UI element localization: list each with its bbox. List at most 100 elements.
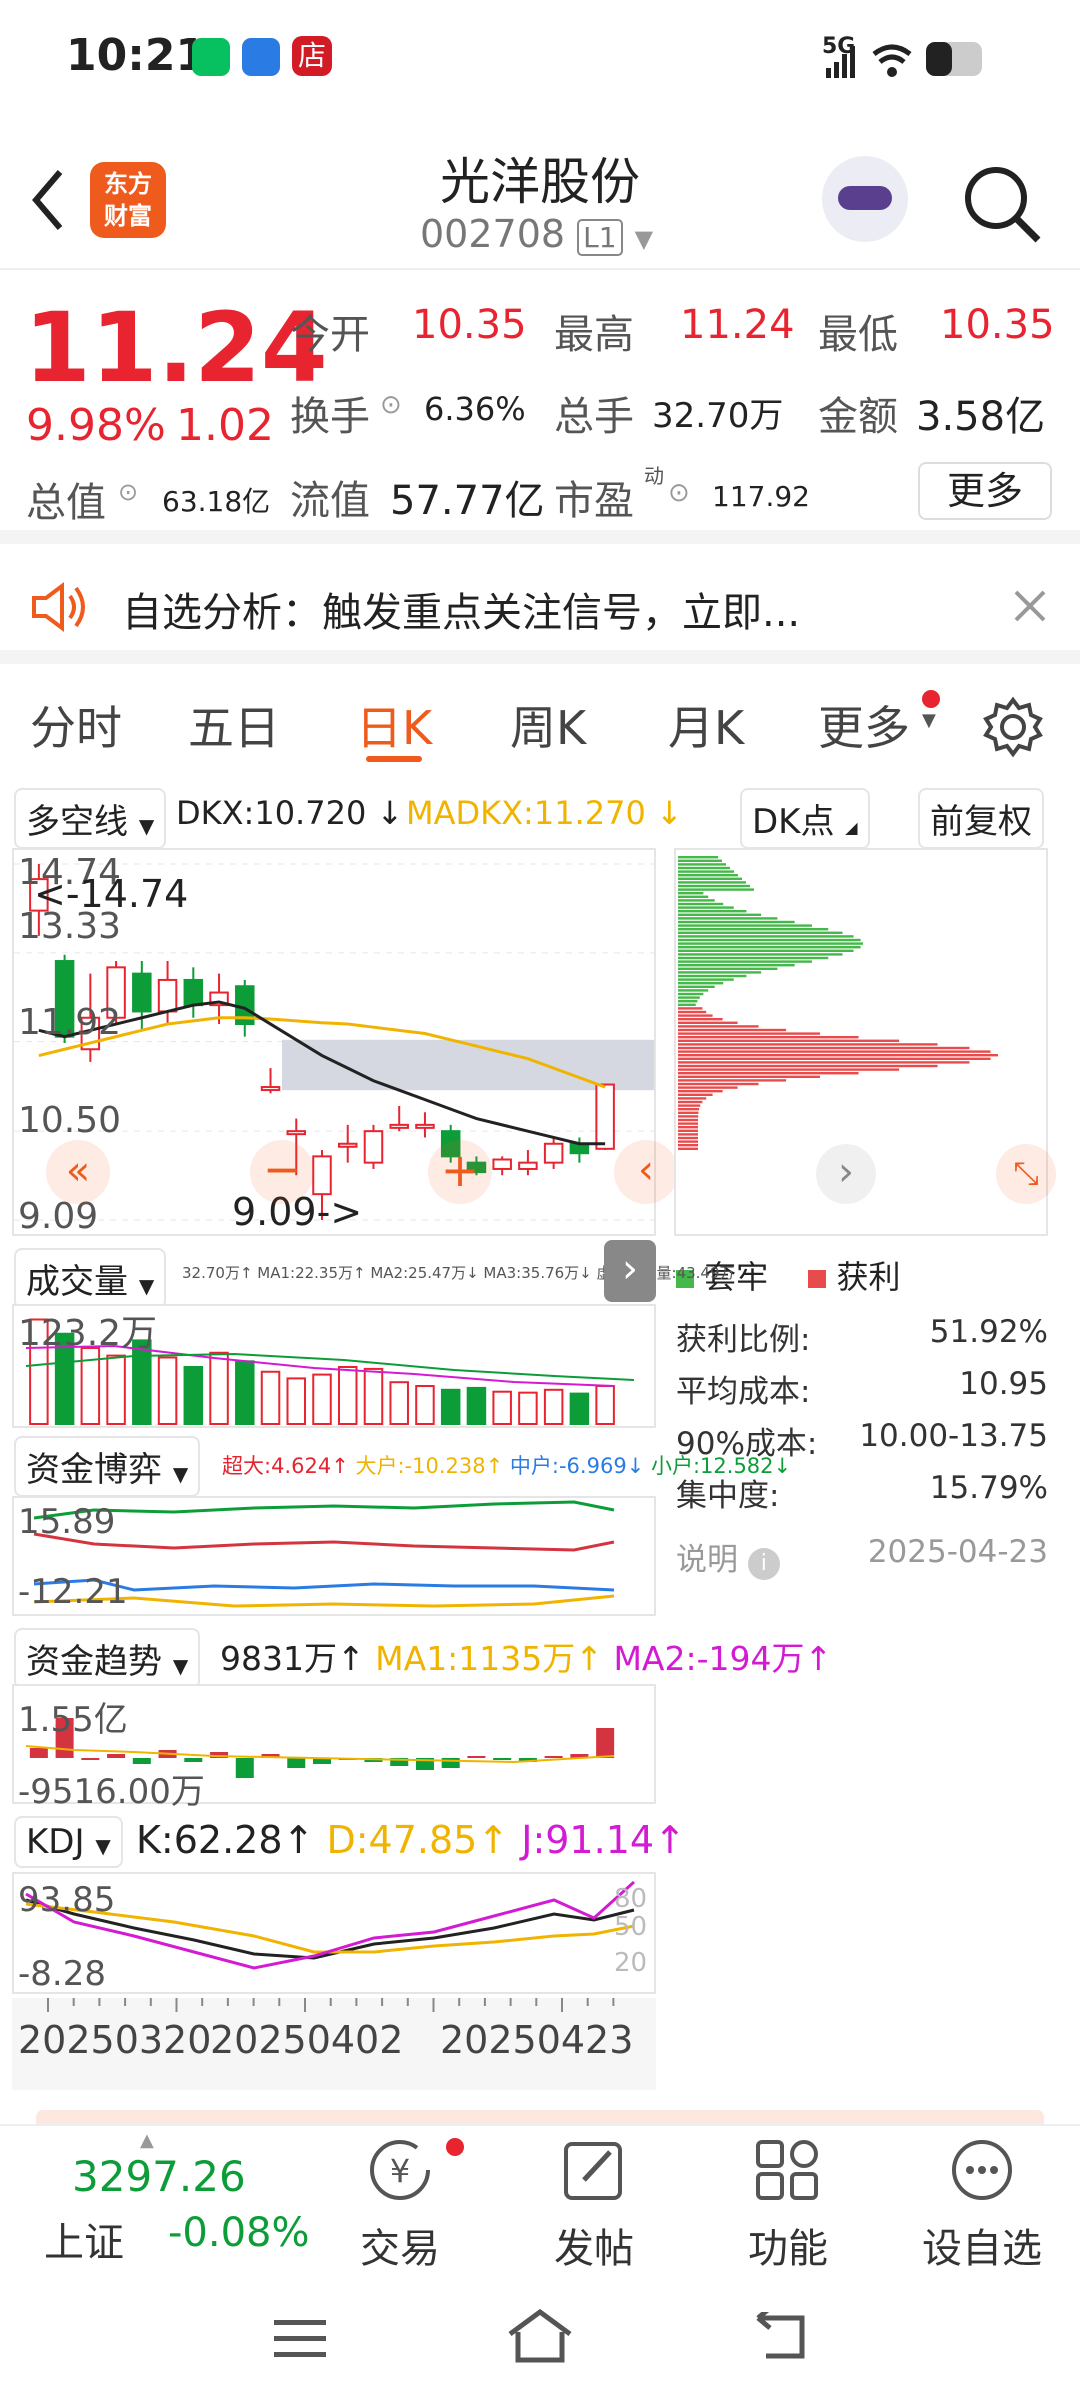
expand-icon[interactable]: ⤡ [996,1144,1056,1204]
money-game-chart[interactable]: 15.89 -12.21 [12,1496,656,1616]
open-value: 10.35 [412,302,527,348]
y-tick-3: 11.92 [18,1002,122,1043]
close-icon[interactable] [1012,588,1048,624]
kdj-select[interactable]: KDJ ▼ [14,1816,123,1868]
trapped-chip-bar [678,884,750,888]
trapped-chip-bar [678,974,747,978]
highlight-zone [282,1039,654,1091]
volume-bar [209,1351,229,1425]
money-trend-chart[interactable]: 1.55亿 -9516.00万 [12,1684,656,1812]
money-trend-bar [544,1756,563,1758]
info-icon[interactable]: ⊙ [380,390,402,420]
volume-bar [260,1370,281,1425]
chevron-right-icon[interactable]: › [604,1240,656,1302]
turnover-value: 6.36% [424,390,526,428]
kdj-ref-20: 20 [614,1948,648,1978]
stat-avg-cost: 平均成本: 10.95 [676,1366,1048,1410]
kdj-k-line [25,1898,635,1960]
speaker-icon [32,582,85,632]
zoom-in-icon[interactable]: + [428,1140,492,1204]
stat-note[interactable]: 说明 i 2025-04-23 [676,1534,1048,1580]
index-name: 上证 [44,2220,124,2266]
pe-sup: 动 [644,464,664,488]
info-icon[interactable]: ⊙ [668,478,690,508]
madkx-value: MADKX:11.270 ↓ [406,794,683,832]
info-icon[interactable]: ⊙ [118,478,138,506]
profit-chip-bar [678,1104,701,1107]
post-button[interactable]: 发帖 [524,2136,664,2274]
money-trend-bar [235,1758,254,1778]
trapped-chip-bar [678,902,724,906]
prev-icon[interactable]: ‹ [614,1140,678,1204]
trapped-chip-bar [678,920,795,924]
more-button[interactable]: 更多 [918,462,1052,520]
money-game-select[interactable]: 资金博弈 ▼ [14,1436,201,1497]
tab-more[interactable]: 更多 [818,692,910,758]
candle [595,1083,615,1150]
gear-icon[interactable] [982,696,1044,758]
chevron-down-icon[interactable]: ▼ [635,225,653,253]
indicator-select[interactable]: 多空线 ▼ [14,788,167,849]
volume-select[interactable]: 成交量 ▼ [14,1248,167,1309]
tab-weekly-k[interactable]: 周K [510,692,586,758]
svg-text:¥: ¥ [390,2152,410,2190]
function-button[interactable]: 功能 [718,2136,858,2274]
kdj-y-top: 93.85 [18,1880,116,1920]
shop-icon: 店 [292,36,332,76]
profit-chip-bar [678,1014,713,1017]
index-value[interactable]: 3297.26 [72,2152,246,2201]
money-trend-y-top: 1.55亿 [18,1700,128,1740]
low-value: 10.35 [940,302,1055,348]
profit-chip-bar [678,1090,723,1093]
profit-chip-bar [678,1115,699,1118]
candle [183,978,204,1007]
profit-chip-bar [678,1075,820,1078]
tab-five-day[interactable]: 五日 [188,692,280,758]
trapped-chip-bar [678,982,724,985]
zoom-out-icon[interactable]: − [250,1140,314,1204]
add-watchlist-button[interactable]: 设自选 [912,2136,1052,2274]
money-trend-values: 9831万↑ MA1:1135万↑ MA2:-194万↑ [220,1639,833,1678]
back-nav-icon[interactable] [752,2312,810,2362]
super-large-line [33,1532,615,1552]
notice-bar[interactable]: 自选分析：触发重点关注信号，立即... [0,548,1080,664]
candle [363,1130,384,1164]
trapped-chip-bar [678,931,843,934]
tab-daily-k[interactable]: 日K [356,692,432,758]
chip-distribution-chart[interactable]: › ⤡ [674,848,1056,1236]
tab-intraday[interactable]: 分时 [30,692,122,758]
caret-up-icon[interactable]: ▲ [140,2130,154,2151]
volume-bar [235,1360,255,1425]
stock-code: 002708 L1 ▼ [420,212,654,256]
trapped-chip-bar [678,899,715,902]
profit-chip-bar [678,1068,900,1071]
turnover-label: 换手 [290,394,370,440]
index-pct: -0.08% [168,2210,310,2256]
volume-chart[interactable]: 123.2万 [12,1304,656,1428]
profit-chip-bar [678,1140,699,1143]
caret-down-icon: ▼ [172,1654,189,1678]
profit-chip-bar [678,1118,699,1122]
money-trend-select[interactable]: 资金趋势 ▼ [14,1628,201,1689]
home-icon[interactable] [506,2308,574,2364]
adjust-button[interactable]: 前复权 [918,788,1044,849]
menu-icon[interactable] [272,2316,328,2360]
trapped-chip-bar [678,956,829,960]
caret-down-icon: ▼ [172,1462,189,1486]
trapped-chip-bar [678,874,738,877]
candle [132,972,152,1013]
scroll-left-icon[interactable]: « [46,1140,110,1204]
tab-monthly-k[interactable]: 月K [668,692,744,758]
chart-tabs: 分时 五日 日K 周K 月K 更多 ▼ [0,668,1080,780]
kline-chart[interactable]: 14.74 13.33 11.92 10.50 9.09 <-14.74 9.0… [12,848,678,1237]
trapped-chip-bar [678,985,715,988]
assistant-avatar[interactable] [822,156,908,242]
profit-chip-bar [678,1036,859,1039]
dk-point-button[interactable]: DK点 ◢ [740,788,870,849]
open-label: 今开 [290,312,370,358]
money-game-y-top: 15.89 [18,1502,116,1542]
trade-button[interactable]: ¥ 交易 [330,2136,470,2274]
search-icon[interactable] [960,162,1044,246]
chevron-right-icon[interactable]: › [816,1144,876,1204]
kdj-chart[interactable]: 93.85 -8.28 80 50 20 [12,1872,656,1994]
